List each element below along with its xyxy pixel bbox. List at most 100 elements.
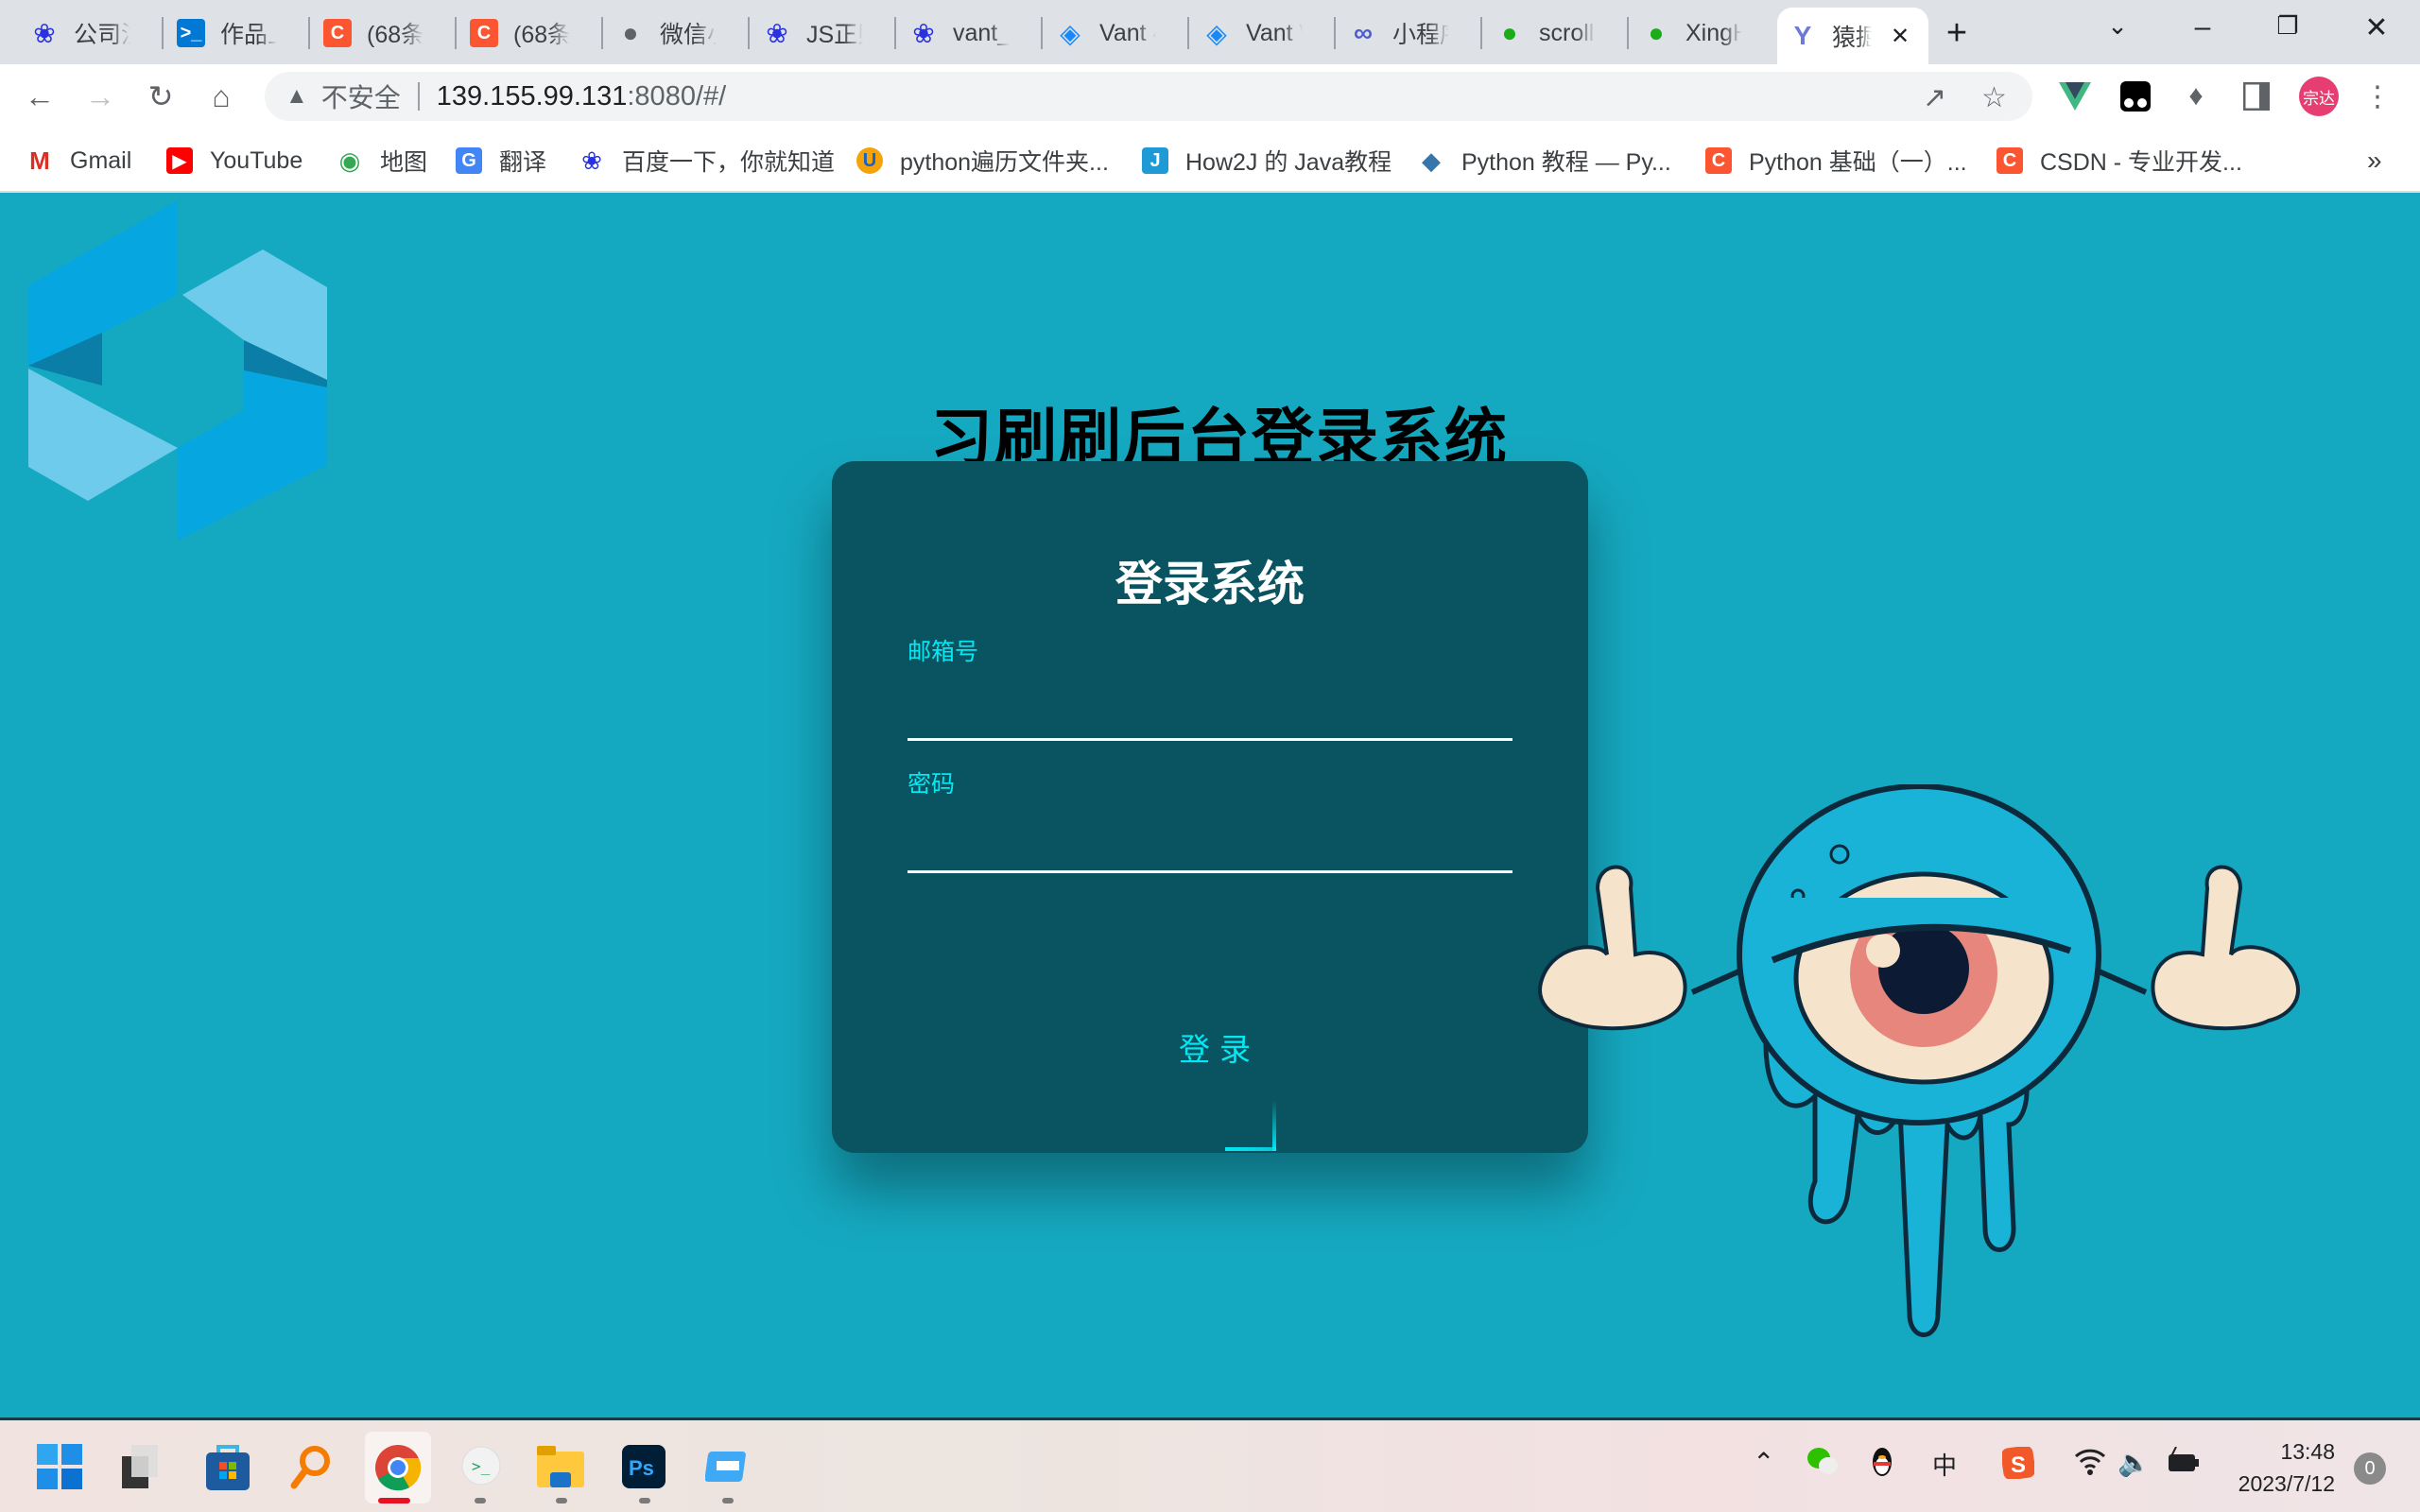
tab[interactable]: Y 猿掘 ✕	[1777, 8, 1928, 64]
tab[interactable]: C (68条	[458, 9, 601, 57]
address-bar[interactable]: ▲ 不安全 139.155.99.131:8080/#/	[265, 72, 2032, 121]
tab-separator	[455, 17, 457, 49]
forward-button[interactable]: →	[81, 77, 119, 115]
terminal-icon: >_	[177, 19, 205, 47]
terminal-chat-icon[interactable]: >_	[456, 1441, 507, 1492]
bookmark-label: 百度一下，你就知道	[622, 149, 836, 176]
close-tab-icon[interactable]: ✕	[1891, 23, 1910, 50]
bookmark-item[interactable]: C CSDN - 专业开发...	[1996, 142, 2242, 180]
security-label[interactable]: 不安全	[321, 77, 401, 115]
svg-text:S: S	[2011, 1452, 2026, 1478]
login-card: 登录系统 邮箱号 密码 登录	[832, 461, 1588, 1153]
csdn-icon: C	[470, 19, 498, 47]
battery-charging-icon[interactable]	[2167, 1446, 2201, 1483]
sogou-input-icon[interactable]: S	[2000, 1445, 2036, 1486]
wechat-tray-icon[interactable]	[1807, 1447, 1838, 1483]
chrome-menu-icon[interactable]: ⋮	[2360, 78, 2395, 114]
bookmark-item[interactable]: ❀ 百度一下，你就知道	[579, 142, 835, 180]
tab-separator	[748, 17, 750, 49]
csdn-icon: C	[1705, 147, 1732, 174]
baidu-icon: ❀	[581, 146, 602, 175]
bookmark-item[interactable]: M Gmail	[26, 142, 131, 180]
tab-separator	[1480, 17, 1482, 49]
share-icon[interactable]: ↗	[1923, 81, 1946, 114]
task-view-icon[interactable]	[115, 1441, 166, 1492]
tab[interactable]: ● XingH	[1631, 9, 1773, 57]
bookmark-item[interactable]: C Python 基础（一）...	[1705, 142, 1967, 180]
chrome-taskbar-icon[interactable]	[365, 1432, 431, 1503]
microsoft-store-icon[interactable]	[202, 1441, 253, 1492]
tab-separator	[308, 17, 310, 49]
tab-separator	[601, 17, 603, 49]
tab[interactable]: ❀ 公司注	[19, 9, 162, 57]
tab[interactable]: C (68条	[312, 9, 455, 57]
tab[interactable]: ● scroll-	[1484, 9, 1627, 57]
minimize-button[interactable]: –	[2174, 11, 2231, 43]
tab[interactable]: ❀ vant_	[898, 9, 1041, 57]
bookmarks-overflow-button[interactable]: »	[2367, 142, 2382, 180]
bookmark-item[interactable]: ◆ Python 教程 — Py...	[1418, 142, 1671, 180]
file-explorer-icon[interactable]	[535, 1441, 586, 1492]
bookmark-item[interactable]: J How2J 的 Java教程	[1142, 142, 1392, 180]
restore-button[interactable]: ❐	[2259, 11, 2316, 41]
ime-indicator[interactable]: 中	[1932, 1447, 1957, 1482]
back-button[interactable]: ←	[21, 77, 59, 115]
gmail-icon: M	[29, 146, 50, 175]
clock-date: 2023/7/12	[2238, 1471, 2335, 1496]
system-clock[interactable]: 13:48 2023/7/12	[2221, 1435, 2335, 1500]
windows-start-icon[interactable]	[34, 1441, 85, 1492]
active-app-indicator	[378, 1498, 410, 1503]
bookmark-item[interactable]: ▶ YouTube	[166, 142, 302, 180]
profile-avatar[interactable]: 宗达	[2299, 77, 2339, 116]
home-button[interactable]: ⌂	[202, 77, 240, 115]
warning-icon[interactable]: ▲	[285, 83, 308, 110]
tab[interactable]: ● 微信小	[605, 9, 748, 57]
reload-button[interactable]: ↻	[142, 77, 180, 115]
bookmark-item[interactable]: ◉ 地图	[337, 142, 427, 180]
show-hidden-icons-chevron[interactable]: ⌃	[1753, 1447, 1774, 1478]
remote-desktop-icon[interactable]	[701, 1441, 752, 1492]
password-input[interactable]	[908, 826, 1512, 873]
tab-label: 公司注	[74, 22, 130, 48]
bookmark-item[interactable]: G 翻译	[456, 142, 546, 180]
volume-icon[interactable]: 🔈	[2118, 1447, 2151, 1478]
tab[interactable]: ◈ Vant 4	[1045, 9, 1187, 57]
tab[interactable]: ∞ 小程序	[1338, 9, 1480, 57]
qq-tray-icon[interactable]	[1870, 1447, 1894, 1486]
extensions-puzzle-icon[interactable]: ♦	[2178, 78, 2214, 114]
tab-label: JS正则	[806, 22, 863, 48]
y-logo-icon: Y	[1793, 21, 1812, 50]
divider	[417, 82, 420, 111]
tab-separator	[1187, 17, 1189, 49]
bookmark-item[interactable]: Upython遍历文件夹...	[856, 142, 1109, 180]
wifi-icon[interactable]	[2074, 1447, 2106, 1483]
notification-badge[interactable]: 0	[2354, 1452, 2386, 1485]
password-field-group: 密码	[908, 765, 1512, 873]
wechat-icon: ●	[1648, 18, 1665, 47]
tab-label: 小程序	[1392, 22, 1449, 48]
new-tab-button[interactable]: +	[1928, 13, 1985, 54]
side-panel-icon[interactable]	[2238, 78, 2274, 114]
tab[interactable]: ◈ Vant W	[1191, 9, 1334, 57]
vue-devtools-icon[interactable]	[2057, 78, 2093, 114]
email-input[interactable]	[908, 694, 1512, 741]
tab[interactable]: ❀ JS正则	[752, 9, 894, 57]
running-indicator	[722, 1498, 734, 1503]
tab-search-chevron-icon[interactable]: ⌄	[2089, 11, 2146, 41]
python-icon: ◆	[1422, 146, 1441, 175]
tab-separator	[1627, 17, 1629, 49]
tampermonkey-icon[interactable]	[2118, 78, 2153, 114]
search-everything-icon[interactable]	[285, 1441, 337, 1492]
windows-taskbar: >_ Ps ⌃ 中 S 🔈 13:48 2023/7/12 0	[0, 1418, 2420, 1512]
running-indicator	[475, 1498, 486, 1503]
tab-label: (68条	[513, 22, 570, 48]
tab-label: Vant 4	[1099, 19, 1156, 46]
photoshop-icon[interactable]: Ps	[618, 1441, 669, 1492]
bookmark-label: Python 基础（一）...	[1749, 149, 1967, 176]
login-button[interactable]: 登录	[1153, 1019, 1286, 1075]
close-window-button[interactable]: ✕	[2348, 11, 2405, 44]
bookmark-star-icon[interactable]: ☆	[1981, 81, 2007, 114]
bookmark-label: Python 教程 — Py...	[1461, 149, 1671, 176]
running-indicator	[556, 1498, 567, 1503]
tab[interactable]: >_ 作品上	[165, 9, 308, 57]
